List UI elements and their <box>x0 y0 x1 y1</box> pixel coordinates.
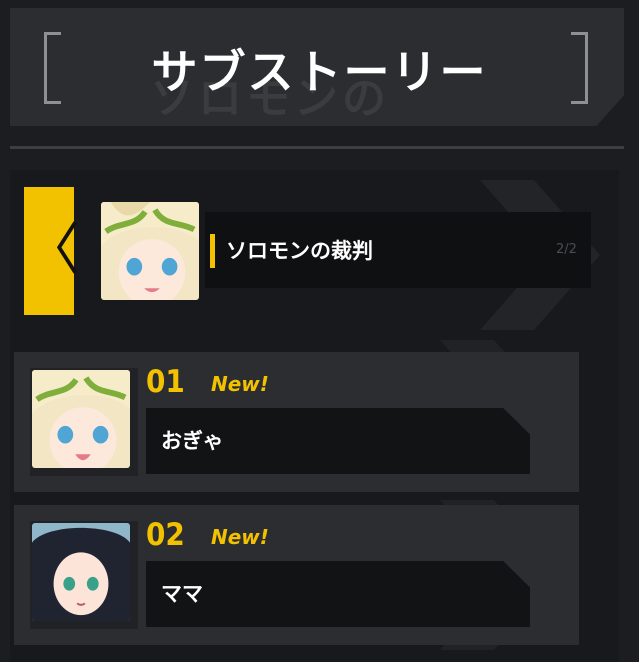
laurel-girl-avatar <box>101 202 199 300</box>
episode-title: ママ <box>161 582 203 606</box>
story-progress-count: 2/2 <box>556 242 577 257</box>
header-divider <box>10 146 624 149</box>
dark-hair-girl-avatar <box>32 523 130 621</box>
story-title-accent <box>210 234 215 268</box>
new-badge: New! <box>211 372 269 396</box>
story-title: ソロモンの裁判 <box>226 239 373 263</box>
page-title: サブストーリー <box>151 45 488 99</box>
back-button[interactable]: 〈 <box>24 187 80 315</box>
chevron-left-icon: 〈 <box>24 218 80 283</box>
episode-number: 01 <box>146 364 185 400</box>
episode-item-02[interactable]: 02 New! ママ <box>14 505 579 645</box>
episode-thumbnail-frame <box>30 368 138 476</box>
episode-thumbnail-frame <box>30 521 138 629</box>
episode-title: おぎゃ <box>161 429 224 453</box>
new-badge: New! <box>211 525 269 549</box>
episode-item-01[interactable]: 01 New! おぎゃ <box>14 352 579 492</box>
episode-title-bar <box>146 561 530 627</box>
episode-number: 02 <box>146 517 185 553</box>
laurel-girl-avatar <box>32 370 130 468</box>
